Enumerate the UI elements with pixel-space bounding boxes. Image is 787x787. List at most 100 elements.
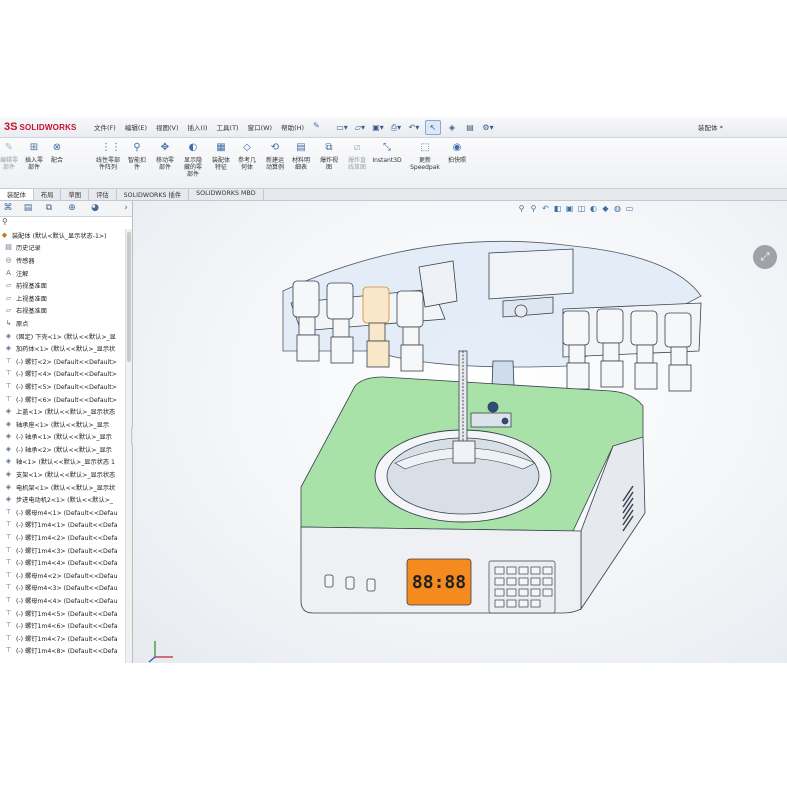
show-hidden-button[interactable]: ◐ 显示隐 藏的零 部件 — [178, 141, 208, 178]
bom-icon: ▤ — [296, 142, 306, 153]
history-icon: ▤ — [5, 243, 12, 252]
menu-edit[interactable]: 编辑(E) — [125, 122, 147, 132]
tree-node-label: (-) 螺母m4<3> (Default<<Defau — [16, 585, 118, 593]
tree-node[interactable]: ⊤ (-) 螺钉1m4<5> (Default<<Defa — [0, 607, 124, 620]
bom-button[interactable]: ▤ 材料明 细表 — [286, 141, 316, 171]
save-icon[interactable]: ▣▾ — [371, 121, 385, 134]
ds-logo-icon: 3S — [4, 121, 18, 133]
exploded-view-button[interactable]: ⧉ 爆炸视 图 — [314, 141, 344, 171]
file-properties-icon[interactable]: ▤ — [463, 121, 477, 134]
menu-tools[interactable]: 工具(T) — [217, 122, 239, 132]
tree-node[interactable]: ◎ 传感器 — [0, 254, 124, 267]
tree-node[interactable]: ⊤ (-) 螺钉<4> (Default<<Default> — [0, 368, 124, 381]
tree-node[interactable]: ◈ 轴承座<1> (默认<<默认>_显示 — [0, 418, 124, 431]
tree-node[interactable]: ⊤ (-) 螺钉1m4<6> (Default<<Defa — [0, 619, 124, 632]
graphics-area[interactable]: ⚲ ⚲ ↶ ◧ ▣ ◫ ◐ ◆ ◍ ▭ 88:88 — [133, 201, 787, 663]
tree-node[interactable]: ⊤ (-) 螺钉1m4<7> (Default<<Defa — [0, 632, 124, 645]
dimxpert-icon[interactable]: ⊕ — [66, 203, 78, 214]
tree-node[interactable]: ◈ 电机架<1> (默认<<默认>_显示状 — [0, 481, 124, 494]
move-component-button[interactable]: ✥ 移动零 部件 — [150, 141, 180, 171]
rebuild-icon[interactable]: ◈ — [445, 121, 459, 134]
tree-node[interactable]: ⊤ (-) 螺钉1m4<8> (Default<<Defa — [0, 645, 124, 658]
smart-fastener-button[interactable]: ⚲ 智能扣 件 — [122, 141, 152, 171]
pin-icon[interactable]: ✎ — [313, 121, 320, 130]
scrollbar-thumb[interactable] — [127, 232, 131, 362]
screw-icon: ⊤ — [5, 507, 12, 516]
select-icon[interactable]: ↖ — [425, 120, 441, 135]
tree-node[interactable]: ◈ (固定) 下壳<1> (默认<<默认>_显 — [0, 330, 124, 343]
keypad[interactable] — [488, 560, 556, 614]
tree-node[interactable]: ◆ 装配体 (默认<默认_显示状态-1>) — [0, 229, 124, 242]
tree-node-label: 轴承座<1> (默认<<默认>_显示 — [16, 421, 110, 429]
lcd-digits: 88:88 — [412, 572, 466, 593]
tree-node[interactable]: ◈ 步进电动机2<1> (默认<<默认>_ — [0, 493, 124, 506]
tab-layout[interactable]: 布局 — [34, 189, 62, 200]
display-manager-icon[interactable]: ◕ — [89, 203, 101, 214]
tree-node[interactable]: ◈ 支架<1> (默认<<默认>_显示状态 — [0, 468, 124, 481]
tree-node[interactable]: ⊤ (-) 螺钉1m4<1> (Default<<Defa — [0, 519, 124, 532]
menu-help[interactable]: 帮助(H) — [281, 122, 304, 132]
reference-geometry-button[interactable]: ◇ 参考几 何体 — [232, 141, 262, 171]
tree-node[interactable]: ⊤ (-) 螺母m4<3> (Default<<Defau — [0, 582, 124, 595]
filter-icon[interactable]: ⚲ — [0, 217, 132, 229]
property-manager-icon[interactable]: ▤ — [22, 203, 34, 214]
tree-node-label: 传感器 — [16, 257, 35, 265]
screw-icon: ⊤ — [5, 608, 12, 617]
linear-pattern-button[interactable]: ⋮⋮ 线性零部 件阵列 — [93, 141, 123, 171]
tree-node[interactable]: ⊤ (-) 螺母m4<2> (Default<<Defau — [0, 569, 124, 582]
tree-node[interactable]: ⊤ (-) 螺母m4<1> (Default<<Defau — [0, 506, 124, 519]
print-icon[interactable]: ⎙▾ — [389, 121, 403, 134]
tree-node[interactable]: A 注解 — [0, 267, 124, 280]
tree-node[interactable]: ▱ 上视基准面 — [0, 292, 124, 305]
tree-node-label: (-) 螺钉1m4<6> (Default<<Defa — [16, 623, 118, 631]
tab-sketch[interactable]: 草图 — [61, 189, 90, 200]
tree-node[interactable]: ⊤ (-) 螺钉1m4<3> (Default<<Defa — [0, 544, 124, 557]
explode-line-sketch-label: 爆炸直 线草图 — [347, 157, 366, 171]
tree-scrollbar[interactable] — [125, 229, 132, 663]
menu-file[interactable]: 文件(F) — [94, 122, 116, 132]
tree-node[interactable]: ⊤ (-) 螺钉<2> (Default<<Default> — [0, 355, 124, 368]
tab-assembly[interactable]: 装配体 — [0, 189, 34, 200]
tree-node[interactable]: ⊤ (-) 螺钉<5> (Default<<Default> — [0, 380, 124, 393]
screw-icon: ⊤ — [5, 545, 12, 554]
edit-component-label: 编辑零 部件 — [0, 157, 18, 171]
tree-node[interactable]: ↳ 原点 — [0, 317, 124, 330]
tree-node[interactable]: ◈ (-) 轴承<1> (默认<<默认>_显示 — [0, 431, 124, 444]
tree-node[interactable]: ⊤ (-) 螺母m4<4> (Default<<Defau — [0, 594, 124, 607]
configuration-manager-icon[interactable]: ⧉ — [43, 203, 55, 214]
mate-button[interactable]: ⊗ 配合 — [42, 141, 72, 164]
screw-icon: ⊤ — [5, 558, 12, 567]
expand-icon[interactable]: ⤢ — [753, 245, 777, 269]
tree-node[interactable]: ⊤ (-) 螺钉1m4<2> (Default<<Defa — [0, 531, 124, 544]
menu-insert[interactable]: 插入(I) — [188, 122, 208, 132]
undo-icon[interactable]: ↶▾ — [407, 121, 421, 134]
feature-manager-icon[interactable]: ⌘ — [2, 203, 14, 214]
tree-node-label: (-) 螺钉1m4<2> (Default<<Defa — [16, 535, 118, 543]
tree-node[interactable]: ◈ 轴<1> (默认<<默认>_显示状态 1 — [0, 456, 124, 469]
tab-addins[interactable]: SOLIDWORKS 插件 — [117, 189, 190, 200]
explode-line-sketch-button[interactable]: ⧄ 爆炸直 线草图 — [342, 141, 372, 171]
tree-node[interactable]: ▱ 右视基准面 — [0, 305, 124, 318]
menu-window[interactable]: 窗口(W) — [248, 122, 273, 132]
new-icon[interactable]: ▭▾ — [335, 121, 349, 134]
panel-more-icon[interactable]: › — [120, 203, 132, 214]
tree-node[interactable]: ▱ 前视基准面 — [0, 279, 124, 292]
tree-node[interactable]: ◈ 上盖<1> (默认<<默认>_显示状态 — [0, 405, 124, 418]
smart-fastener-label: 智能扣 件 — [127, 157, 146, 171]
tree-node[interactable]: ◈ 加药体<1> (默认<<默认>_显示状 — [0, 342, 124, 355]
menu-view[interactable]: 视图(V) — [156, 122, 179, 132]
open-icon[interactable]: ▱▾ — [353, 121, 367, 134]
show-hidden-label: 显示隐 藏的零 部件 — [183, 157, 202, 178]
tab-mbd[interactable]: SOLIDWORKS MBD — [189, 189, 264, 200]
speedpak-button[interactable]: ⬚ 更新 Speedpak — [410, 141, 440, 171]
snapshot-button[interactable]: ◉ 拍快照 — [442, 141, 472, 164]
assembly-model[interactable]: 88:88 — [133, 201, 787, 663]
tree-node[interactable]: ⊤ (-) 螺钉<6> (Default<<Default> — [0, 393, 124, 406]
tree-node[interactable]: ◈ (-) 轴承<2> (默认<<默认>_显示 — [0, 443, 124, 456]
solidworks-logo[interactable]: 3S SOLIDWORKS — [4, 121, 77, 133]
tree-node[interactable]: ▤ 历史记录 — [0, 242, 124, 255]
instant3d-button[interactable]: ⤡ Instant3D — [372, 141, 402, 164]
tree-node[interactable]: ⊤ (-) 螺钉1m4<4> (Default<<Defa — [0, 556, 124, 569]
options-icon[interactable]: ⚙▾ — [481, 121, 495, 134]
tab-evaluate[interactable]: 评估 — [89, 189, 117, 200]
